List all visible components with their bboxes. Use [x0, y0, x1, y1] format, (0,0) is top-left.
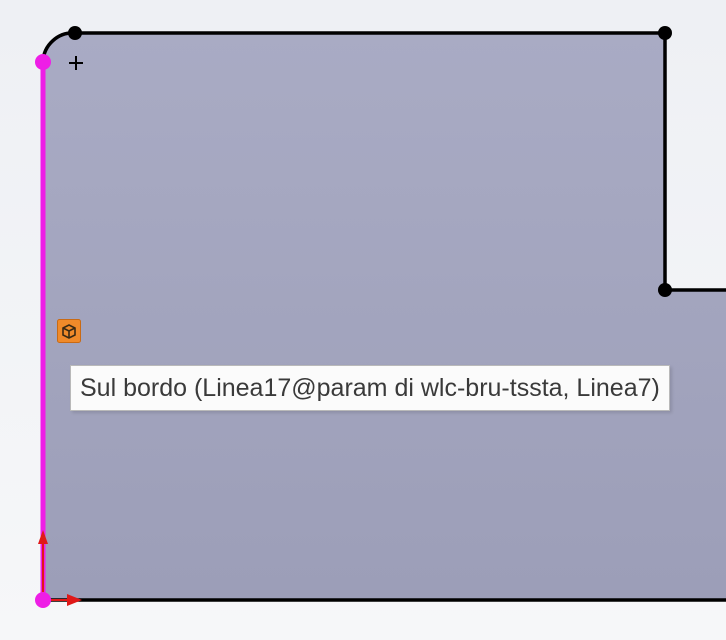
- sketch-face[interactable]: [43, 32, 726, 600]
- selected-endpoint-origin[interactable]: [35, 592, 51, 608]
- sketch-point[interactable]: [658, 26, 672, 40]
- sketch-point[interactable]: [658, 283, 672, 297]
- relation-tooltip: Sul bordo (Linea17@param di wlc-bru-tsst…: [70, 365, 670, 411]
- selected-endpoint-top[interactable]: [35, 54, 51, 70]
- tooltip-text: Sul bordo (Linea17@param di wlc-bru-tsst…: [80, 374, 660, 402]
- on-edge-relation-icon[interactable]: [57, 319, 81, 343]
- sketch-canvas[interactable]: [0, 0, 726, 640]
- graphics-viewport[interactable]: Sul bordo (Linea17@param di wlc-bru-tsst…: [0, 0, 726, 640]
- sketch-point[interactable]: [68, 26, 82, 40]
